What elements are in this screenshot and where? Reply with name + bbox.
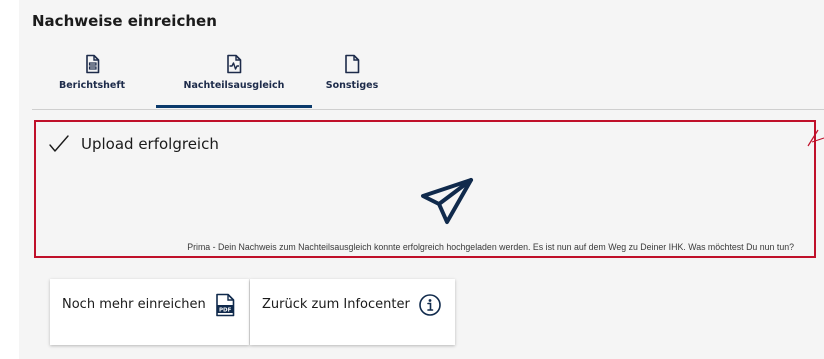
tab-bar: Berichtsheft Nachteilsausgleich Sonstige…	[32, 52, 824, 110]
document-list-icon	[86, 54, 100, 74]
tab-divider	[32, 109, 824, 110]
back-to-infocenter-button[interactable]: Zurück zum Infocenter	[250, 279, 455, 345]
annotation-mark	[807, 129, 824, 147]
submit-more-button[interactable]: Noch mehr einreichen PDF	[50, 279, 249, 345]
upload-success-panel: Upload erfolgreich Prima - Dein Nachweis…	[34, 120, 816, 258]
paper-plane-icon	[421, 178, 473, 224]
tab-nachteilsausgleich[interactable]: Nachteilsausgleich	[182, 52, 286, 108]
heart-pulse-icon	[227, 54, 242, 74]
info-circle-icon	[419, 294, 441, 316]
tab-sonstiges[interactable]: Sonstiges	[322, 52, 382, 108]
tab-label: Sonstiges	[325, 80, 379, 91]
page-title: Nachweise einreichen	[32, 12, 217, 30]
tab-berichtsheft[interactable]: Berichtsheft	[58, 52, 126, 108]
svg-text:PDF: PDF	[219, 308, 232, 314]
active-tab-indicator	[156, 105, 312, 108]
tab-label: Nachteilsausgleich	[183, 80, 285, 91]
file-icon	[345, 54, 360, 74]
success-title: Upload erfolgreich	[81, 135, 219, 153]
tab-label: Berichtsheft	[58, 80, 126, 91]
pdf-icon: PDF	[215, 293, 235, 317]
success-message: Prima - Dein Nachweis zum Nachteilsausgl…	[187, 242, 794, 252]
submit-more-label: Noch mehr einreichen	[62, 297, 206, 312]
back-to-infocenter-label: Zurück zum Infocenter	[262, 297, 410, 312]
check-icon	[49, 135, 69, 152]
